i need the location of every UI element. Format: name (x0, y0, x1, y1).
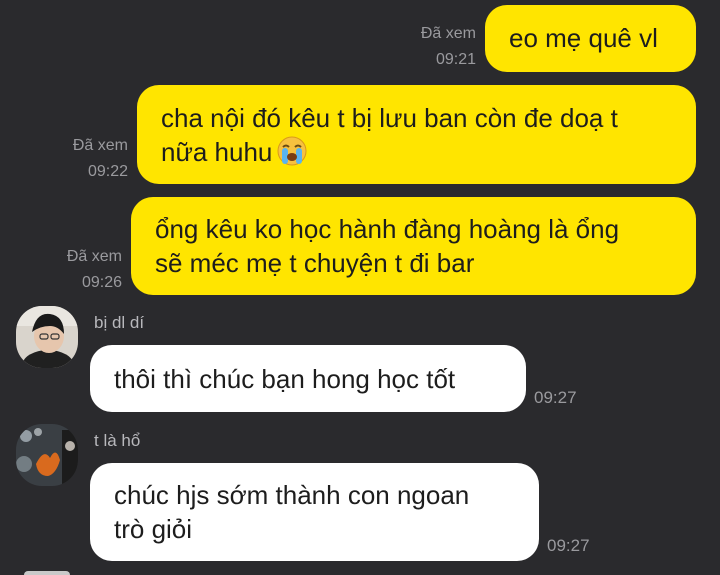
sender-name: bị dl dí (94, 313, 145, 332)
incoming-message-bubble[interactable]: thôi thì chúc bạn hong học tốt (90, 345, 526, 412)
seen-status: Đã xem (72, 137, 128, 154)
message-time: 09:26 (81, 274, 122, 291)
seen-status: Đã xem (66, 248, 122, 265)
message-meta: Đã xem 09:21 (396, 22, 476, 72)
message-text: cha nội đó kêu t bị lưu ban còn đe doạ t (161, 103, 618, 133)
incoming-message-bubble[interactable]: chúc hjs sớm thành con ngoan trò giỏi (90, 463, 539, 561)
message-text: thôi thì chúc bạn hong học tốt (114, 364, 456, 394)
sender-name: t là hổ (94, 431, 141, 450)
avatar[interactable] (16, 306, 78, 368)
loudly-crying-face-icon (277, 136, 307, 166)
user-avatar-icon (16, 424, 78, 486)
outgoing-message-bubble[interactable]: ổng kêu ko học hành đàng hoàng là ổng sẽ… (131, 197, 696, 295)
message-text: nữa huhu (161, 137, 273, 167)
outgoing-message-bubble[interactable]: eo mẹ quê vl (485, 5, 696, 72)
message-text: ổng kêu ko học hành đàng hoàng là ổng (155, 214, 620, 244)
message-meta: Đã xem 09:22 (48, 134, 128, 184)
message-text: sẽ méc mẹ t chuyện t đi bar (155, 248, 475, 278)
message-text: trò giỏi (114, 514, 193, 544)
user-avatar-icon (16, 306, 78, 368)
message-time: 09:27 (547, 536, 590, 555)
message-time: 09:21 (435, 51, 476, 68)
message-meta: Đã xem 09:26 (42, 245, 122, 295)
seen-status: Đã xem (420, 25, 476, 42)
avatar[interactable] (16, 424, 78, 486)
message-time: 09:27 (534, 388, 577, 407)
message-text: chúc hjs sớm thành con ngoan (114, 480, 470, 510)
message-time: 09:22 (87, 163, 128, 180)
avatar[interactable] (24, 571, 70, 575)
message-text: eo mẹ quê vl (509, 23, 658, 53)
outgoing-message-bubble[interactable]: cha nội đó kêu t bị lưu ban còn đe doạ t… (137, 85, 696, 184)
